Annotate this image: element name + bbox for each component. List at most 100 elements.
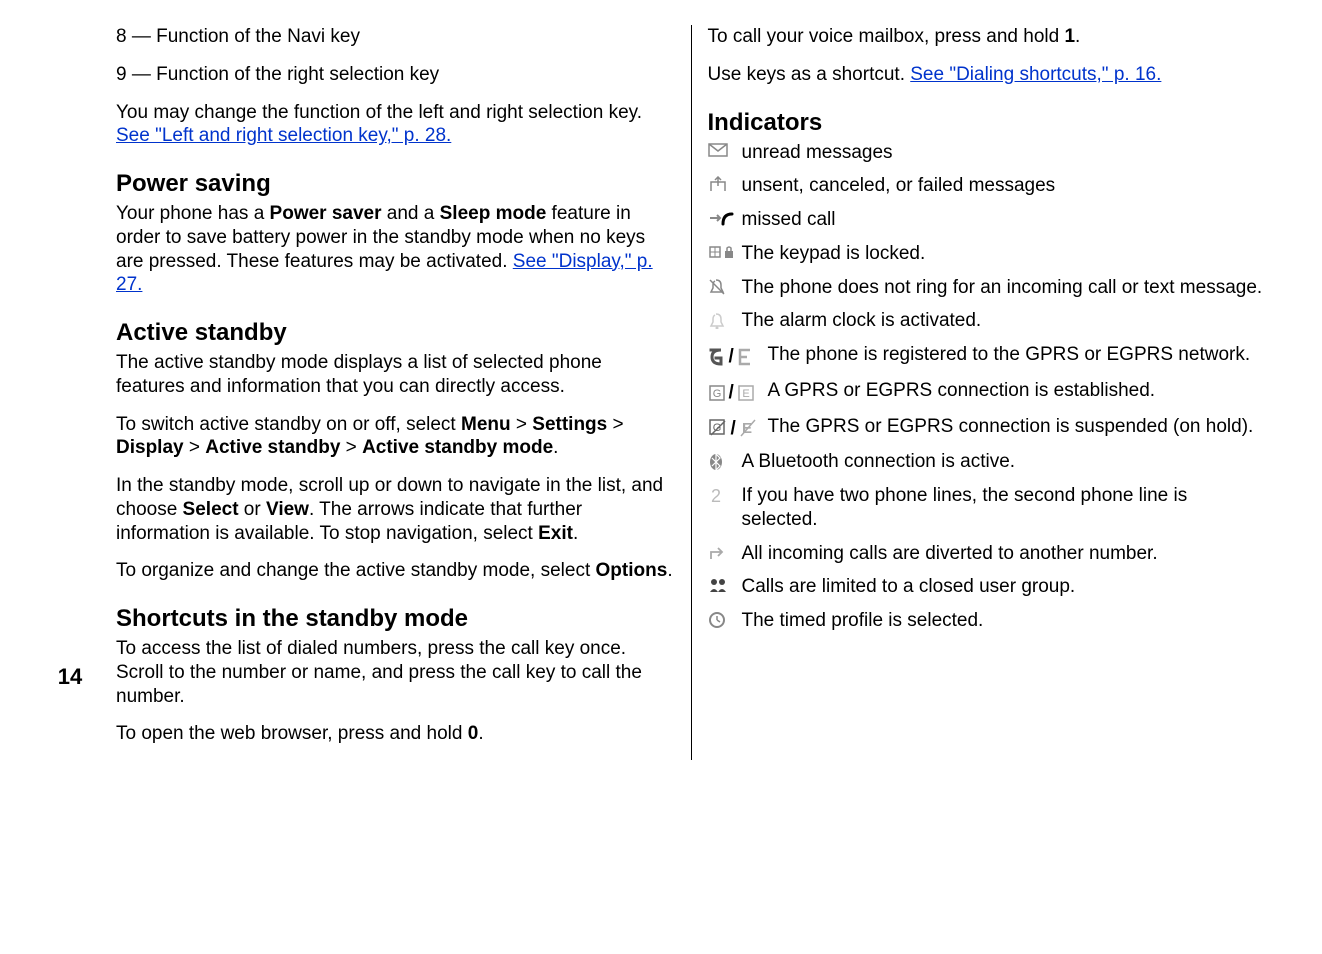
separator: > [340, 437, 362, 458]
svg-text:2: 2 [710, 486, 720, 506]
indicator-text: unread messages [742, 141, 1267, 165]
text: To call your voice mailbox, press and ho… [708, 26, 1065, 47]
indicator-row: unsent, canceled, or failed messages [708, 174, 1267, 198]
heading-shortcuts: Shortcuts in the standby mode [116, 605, 675, 633]
indicator-text: A GPRS or EGPRS connection is establishe… [768, 379, 1267, 403]
link-left-right-selection[interactable]: See "Left and right selection key," p. 2… [116, 125, 451, 146]
bold-active-standby-mode: Active standby mode [362, 437, 553, 458]
bold-active-standby: Active standby [205, 437, 340, 458]
organize-paragraph: To organize and change the active standb… [116, 559, 675, 583]
separator: > [607, 414, 623, 435]
bold-view: View [266, 499, 309, 520]
bold-exit: Exit [538, 523, 573, 544]
text: or [239, 499, 266, 520]
voice-mailbox-paragraph: To call your voice mailbox, press and ho… [708, 25, 1267, 49]
indicator-row: missed call [708, 208, 1267, 232]
indicator-text: If you have two phone lines, the second … [742, 484, 1267, 532]
bold-display: Display [116, 437, 184, 458]
text: . [478, 723, 483, 744]
gprs-suspended-icon: G / E [708, 415, 768, 441]
indicator-row: Calls are limited to a closed user group… [708, 575, 1267, 599]
outbox-icon [708, 174, 742, 192]
separator: > [184, 437, 206, 458]
selection-key-paragraph: You may change the function of the left … [116, 101, 675, 149]
text: You may change the function of the left … [116, 102, 642, 123]
svg-text:G: G [712, 388, 721, 400]
indicator-row: G / E The GPRS or EGPRS connection is su… [708, 415, 1267, 441]
indicator-text: The timed profile is selected. [742, 609, 1267, 633]
closed-group-icon [708, 575, 742, 595]
indicator-row: The alarm clock is activated. [708, 309, 1267, 333]
keypad-lock-icon [708, 242, 742, 260]
indicator-row: A Bluetooth connection is active. [708, 450, 1267, 474]
text: . [1075, 26, 1080, 47]
text: . [573, 523, 578, 544]
indicator-text: The phone is registered to the GPRS or E… [768, 343, 1267, 367]
missed-call-icon [708, 208, 742, 226]
heading-indicators: Indicators [708, 109, 1267, 137]
indicator-row: 2 If you have two phone lines, the secon… [708, 484, 1267, 532]
indicator-row: All incoming calls are diverted to anoth… [708, 542, 1267, 566]
indicator-row: G / E A GPRS or EGPRS connection is esta… [708, 379, 1267, 405]
indicator-text: The GPRS or EGPRS connection is suspende… [768, 415, 1267, 439]
indicator-text: Calls are limited to a closed user group… [742, 575, 1267, 599]
indicator-text: All incoming calls are diverted to anoth… [742, 542, 1267, 566]
indicator-text: A Bluetooth connection is active. [742, 450, 1267, 474]
link-dialing-shortcuts[interactable]: See "Dialing shortcuts," p. 16. [910, 64, 1161, 85]
silent-icon [708, 276, 742, 296]
list-item-8: 8 — Function of the Navi key [116, 25, 675, 49]
indicator-text: unsent, canceled, or failed messages [742, 174, 1267, 198]
gprs-connected-icon: G / E [708, 379, 768, 405]
list-item-9: 9 — Function of the right selection key [116, 63, 675, 87]
text: and a [382, 203, 440, 224]
bold-select: Select [183, 499, 239, 520]
separator: / [729, 381, 734, 405]
keys-shortcut-paragraph: Use keys as a shortcut. See "Dialing sho… [708, 63, 1267, 87]
indicator-row: unread messages [708, 141, 1267, 165]
bold-zero: 0 [468, 723, 479, 744]
svg-text:E: E [742, 388, 749, 400]
bold-settings: Settings [532, 414, 607, 435]
divert-icon [708, 542, 742, 562]
text: To open the web browser, press and hold [116, 723, 468, 744]
alarm-icon [708, 309, 742, 329]
indicator-row: / The phone is registered to the GPRS or… [708, 343, 1267, 369]
bold-menu: Menu [461, 414, 511, 435]
envelope-icon [708, 141, 742, 157]
standby-navigate-paragraph: In the standby mode, scroll up or down t… [116, 474, 675, 545]
separator: / [731, 417, 736, 441]
right-column: To call your voice mailbox, press and ho… [692, 25, 1283, 760]
text: Your phone has a [116, 203, 270, 224]
bluetooth-icon [708, 450, 742, 472]
heading-active-standby: Active standby [116, 319, 675, 347]
text: Use keys as a shortcut. [708, 64, 911, 85]
active-standby-menu-path: To switch active standby on or off, sele… [116, 413, 675, 461]
bold-sleep-mode: Sleep mode [440, 203, 547, 224]
text: To switch active standby on or off, sele… [116, 414, 461, 435]
bold-one: 1 [1064, 26, 1075, 47]
indicator-text: missed call [742, 208, 1267, 232]
page-number: 14 [58, 664, 82, 690]
power-saving-paragraph: Your phone has a Power saver and a Sleep… [116, 202, 675, 297]
bold-options: Options [596, 560, 668, 581]
heading-power-saving: Power saving [116, 170, 675, 198]
web-browser-paragraph: To open the web browser, press and hold … [116, 722, 675, 746]
indicator-row: The keypad is locked. [708, 242, 1267, 266]
indicator-text: The alarm clock is activated. [742, 309, 1267, 333]
text: To organize and change the active standb… [116, 560, 596, 581]
indicator-row: The phone does not ring for an incoming … [708, 276, 1267, 300]
separator: / [729, 345, 734, 369]
dialed-numbers-paragraph: To access the list of dialed numbers, pr… [116, 637, 675, 708]
bold-power-saver: Power saver [270, 203, 382, 224]
timed-profile-icon [708, 609, 742, 629]
indicator-text: The phone does not ring for an incoming … [742, 276, 1267, 300]
left-column: 8 — Function of the Navi key 9 — Functio… [100, 25, 692, 760]
separator: > [511, 414, 533, 435]
gprs-registered-icon: / [708, 343, 768, 369]
text: . [553, 437, 558, 458]
indicator-row: The timed profile is selected. [708, 609, 1267, 633]
text: . [667, 560, 672, 581]
indicator-text: The keypad is locked. [742, 242, 1267, 266]
active-standby-paragraph: The active standby mode displays a list … [116, 351, 675, 399]
line2-icon: 2 [708, 484, 742, 506]
